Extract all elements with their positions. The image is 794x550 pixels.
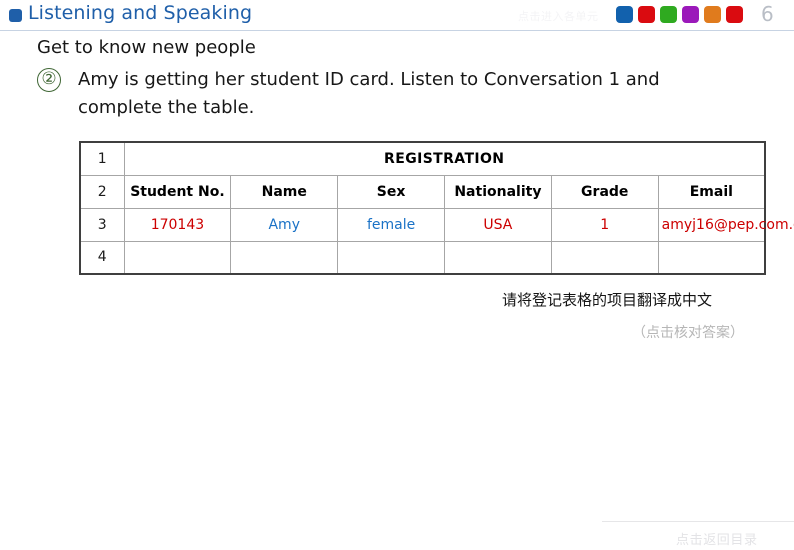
back-to-contents-link[interactable]: 点击返回目录 bbox=[676, 529, 758, 548]
registration-table: 1 REGISTRATION 2 Student No. Name Sex Na… bbox=[79, 141, 794, 275]
table-row-title: 1 REGISTRATION bbox=[79, 141, 766, 176]
table-row-empty: 4 bbox=[79, 240, 766, 275]
empty-cell-grade bbox=[550, 240, 659, 275]
row-number-2: 2 bbox=[79, 174, 125, 209]
unit-square-3[interactable] bbox=[660, 6, 677, 23]
task-instruction: Amy is getting her student ID card. List… bbox=[78, 69, 660, 118]
table-row-answers: 3 170143 Amy female USA 1 amyj16@pep.com… bbox=[79, 207, 794, 242]
table-row-headers: 2 Student No. Name Sex Nationality Grade… bbox=[79, 174, 766, 209]
answer-grade: 1 bbox=[550, 207, 659, 242]
footer-divider bbox=[602, 521, 794, 522]
answer-name: Amy bbox=[230, 207, 339, 242]
column-header-grade: Grade bbox=[550, 174, 659, 209]
column-header-sex: Sex bbox=[337, 174, 445, 209]
slide-header: Listening and Speaking 点击进入各单元 6 bbox=[0, 0, 794, 31]
row-number-1: 1 bbox=[79, 141, 125, 176]
empty-cell-student-no bbox=[123, 240, 232, 275]
task-number-icon: ② bbox=[37, 68, 61, 92]
task-block: ② Amy is getting her student ID card. Li… bbox=[37, 66, 737, 122]
unit-nav-squares bbox=[616, 6, 743, 23]
table-title-cell: REGISTRATION bbox=[123, 141, 766, 176]
square-bullet-icon bbox=[9, 9, 22, 22]
unit-square-5[interactable] bbox=[704, 6, 721, 23]
answer-nationality: USA bbox=[443, 207, 552, 242]
column-header-student-no: Student No. bbox=[123, 174, 232, 209]
answer-sex: female bbox=[337, 207, 445, 242]
row-number-4: 4 bbox=[79, 240, 125, 275]
column-header-email: Email bbox=[657, 174, 766, 209]
page-title: Listening and Speaking bbox=[28, 2, 253, 24]
unit-square-2[interactable] bbox=[638, 6, 655, 23]
translation-instruction: 请将登记表格的项目翻译成中文 bbox=[502, 291, 713, 309]
empty-cell-nationality bbox=[443, 240, 552, 275]
section-heading: Get to know new people bbox=[37, 37, 256, 58]
answer-student-no: 170143 bbox=[123, 207, 232, 242]
page-number: 6 bbox=[761, 2, 774, 26]
unit-square-1[interactable] bbox=[616, 6, 633, 23]
column-header-name: Name bbox=[230, 174, 339, 209]
unit-square-4[interactable] bbox=[682, 6, 699, 23]
check-answer-hint[interactable]: （点击核对答案） bbox=[632, 322, 744, 342]
empty-cell-sex bbox=[337, 240, 445, 275]
answer-email: amyj16@pep.com.cn bbox=[657, 207, 794, 242]
unit-nav-hint: 点击进入各单元 bbox=[518, 10, 599, 23]
empty-cell-name bbox=[230, 240, 339, 275]
unit-square-6[interactable] bbox=[726, 6, 743, 23]
empty-cell-email bbox=[657, 240, 766, 275]
column-header-nationality: Nationality bbox=[443, 174, 552, 209]
header-divider bbox=[0, 30, 794, 31]
row-number-3: 3 bbox=[79, 207, 125, 242]
